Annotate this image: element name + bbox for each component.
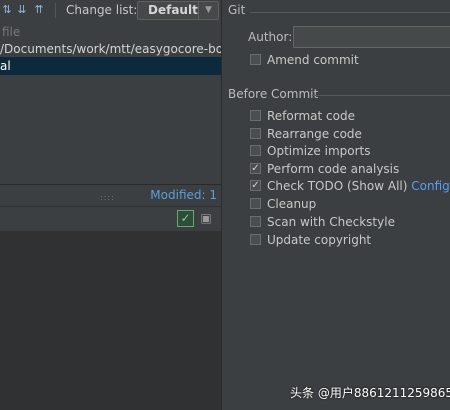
checkbox-label: Reformat code [267, 109, 355, 123]
expand-all-icon[interactable]: ⇊ [15, 3, 29, 17]
commit-message-editor[interactable] [0, 231, 221, 410]
configure-link[interactable]: Configure [411, 179, 450, 193]
checkbox-label: Optimize imports [267, 144, 371, 158]
check-icon[interactable]: ✓ [250, 163, 261, 174]
change-list-value: Default [148, 3, 198, 17]
checkbox-box[interactable] [250, 145, 261, 156]
git-section-title: Git [228, 3, 246, 17]
collapse-all-icon[interactable]: ⇈ [32, 3, 46, 17]
checkbox-box[interactable] [250, 110, 261, 121]
checkbox-label: Check TODO (Show All) [267, 179, 408, 193]
section-divider [312, 95, 450, 96]
changes-panel: ⇅ ⇊ ⇈ Change list: Default ▼ file /Docum… [0, 0, 221, 410]
checkbox-label: Perform code analysis [267, 162, 400, 176]
commit-options-panel: Git Author: Amend commit Before Commit R… [222, 0, 450, 410]
checkbox-label: Cleanup [267, 197, 317, 211]
group-by-icon[interactable]: ⇅ [0, 3, 14, 17]
checkbox-box[interactable] [250, 198, 261, 209]
spellcheck-icon[interactable]: ✓ [177, 210, 194, 227]
changes-tree[interactable] [0, 75, 221, 185]
changes-toolbar: ⇅ ⇊ ⇈ Change list: Default ▼ [0, 0, 221, 22]
history-icon[interactable]: ▣ [199, 211, 213, 225]
checkbox-label: Amend commit [267, 53, 359, 67]
section-divider [250, 12, 450, 13]
checkbox-box[interactable] [250, 216, 261, 227]
check-icon[interactable]: ✓ [250, 180, 261, 191]
changes-status-bar: :::: Modified: 1 [0, 184, 221, 207]
commit-message-toolbar: ✓ ▣ [0, 206, 221, 232]
tree-row[interactable]: file [0, 23, 221, 41]
checkbox-box[interactable] [250, 54, 261, 65]
splitter-grip[interactable]: :::: [100, 193, 115, 202]
author-label: Author: [248, 30, 293, 44]
tree-row[interactable]: /Documents/work/mtt/easygocore-bo [0, 40, 221, 58]
before-commit-title: Before Commit [228, 87, 319, 101]
checkbox-label: Update copyright [267, 233, 372, 247]
tree-row-selected[interactable]: al [0, 57, 221, 75]
watermark: 头条 @用户8861211259865 [290, 386, 450, 400]
chevron-down-icon[interactable]: ▼ [198, 1, 218, 20]
author-input[interactable] [293, 26, 450, 48]
change-list-label: Change list: [66, 3, 138, 17]
checkbox-box[interactable] [250, 234, 261, 245]
checkbox-label: Rearrange code [267, 127, 362, 141]
toolbar-separator [55, 3, 56, 18]
modified-count: Modified: 1 [150, 188, 217, 202]
checkbox-label: Scan with Checkstyle [267, 215, 395, 229]
checkbox-label-group: Check TODO (Show All) Configure [267, 177, 450, 195]
checkbox-box[interactable] [250, 128, 261, 139]
